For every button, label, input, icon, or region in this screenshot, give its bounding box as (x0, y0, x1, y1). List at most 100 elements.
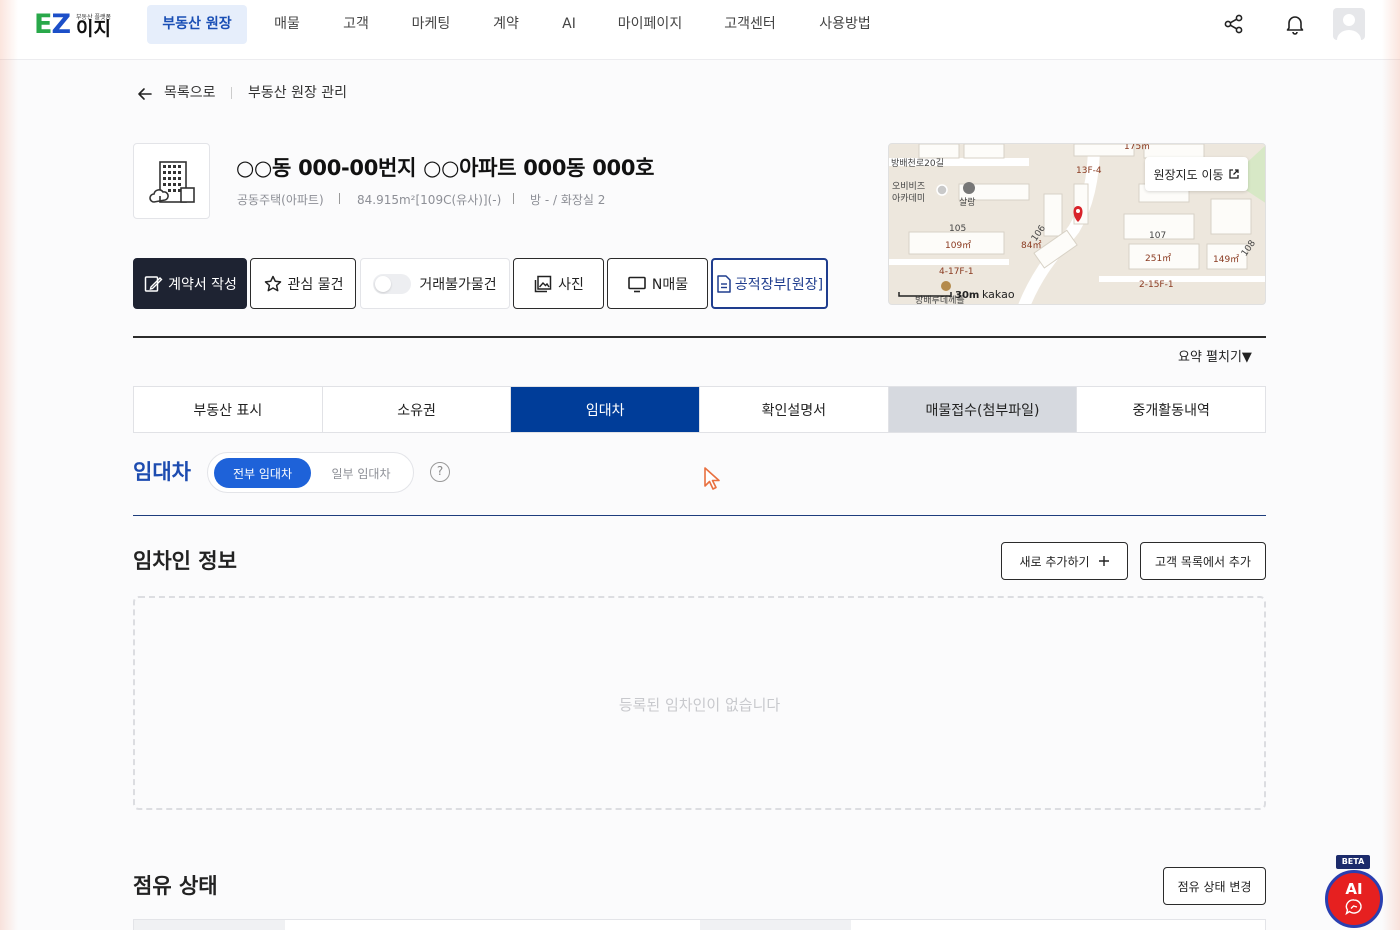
n-listing-label: N매물 (651, 276, 689, 293)
table-header-cell (134, 920, 285, 930)
n-listing-button[interactable]: N매물 (607, 258, 708, 309)
map-label: 108 (1240, 238, 1258, 258)
open-ledger-map-label: 원장지도 이동 (1153, 167, 1224, 182)
share-icon[interactable] (1223, 13, 1245, 35)
nav-support[interactable]: 고객센터 (713, 5, 787, 44)
edit-document-icon (144, 275, 163, 292)
mouse-cursor-icon (704, 467, 720, 490)
map-label: 아카데미 (892, 193, 925, 204)
meta-divider (339, 193, 340, 204)
map-scale-bar (898, 292, 952, 297)
add-new-tenant-button[interactable]: 새로 추가하기 (1001, 542, 1128, 580)
lease-partial-option[interactable]: 일부 임대차 (316, 458, 406, 488)
property-address-title: ○○동 000-00번지 ○○아파트 000동 000호 (236, 156, 655, 180)
open-ledger-map-button[interactable]: 원장지도 이동 (1145, 157, 1248, 191)
document-icon (717, 274, 731, 293)
nav-ledger[interactable]: 부동산 원장 (147, 5, 247, 44)
chat-icon (1345, 899, 1362, 916)
property-rooms: 방 - / 화장실 2 (530, 193, 606, 207)
map-label: 살랑 (959, 196, 976, 208)
monitor-icon (628, 276, 646, 292)
logo-brand: 이지 (76, 18, 111, 40)
property-thumbnail (133, 143, 210, 219)
favorite-button[interactable]: 관심 물건 (250, 258, 356, 309)
building-icon (149, 161, 195, 203)
tenant-empty-state: 등록된 임차인이 없습니다 (133, 596, 1266, 810)
add-from-customer-list-button[interactable]: 고객 목록에서 추가 (1140, 542, 1266, 580)
occupancy-title: 점유 상태 (133, 874, 218, 898)
map-label: 175㎡ (1124, 144, 1150, 152)
tab-ownership[interactable]: 소유권 (323, 387, 512, 432)
property-area: 84.915m²[109C(유사)](-) (357, 193, 502, 207)
write-contract-button[interactable]: 계약서 작성 (133, 258, 247, 309)
lease-section-title: 임대차 (133, 460, 191, 484)
property-type: 공동주택(아파트) (237, 193, 324, 207)
map-provider-logo: kakao (982, 288, 1015, 301)
logo-ez: EZ (34, 9, 71, 40)
nav-marketing[interactable]: 마케팅 (400, 5, 462, 44)
nav-ai[interactable]: AI (552, 5, 586, 44)
arrow-left-icon[interactable] (136, 85, 154, 103)
map-label: 방배천로20길 (891, 158, 944, 169)
public-registry-button[interactable]: 공적장부[원장] (711, 258, 828, 309)
map-scale-label: 30m (955, 290, 979, 301)
untradable-toggle-button[interactable]: 거래불가물건 (360, 258, 510, 309)
add-new-tenant-label: 새로 추가하기 (1019, 554, 1090, 569)
logo[interactable]: EZ 부동산 플랫폼 이지 (34, 9, 114, 41)
meta-divider (513, 193, 514, 204)
bell-icon[interactable] (1284, 13, 1306, 35)
plus-icon (1098, 556, 1109, 566)
map-label: 오비비즈 (892, 181, 925, 192)
lease-type-segmented-control: 전부 임대차 일부 임대차 (207, 452, 414, 493)
tenant-empty-message: 등록된 임차인이 없습니다 (618, 695, 781, 714)
avatar[interactable] (1333, 8, 1365, 40)
favorite-label: 관심 물건 (287, 276, 344, 293)
map-label: 2-15F-1 (1139, 280, 1174, 290)
untradable-toggle[interactable] (373, 273, 412, 294)
map-label: 251㎡ (1145, 253, 1171, 264)
lease-divider (133, 515, 1266, 516)
screen-edge-glow (1382, 0, 1400, 930)
tab-brokerage-history[interactable]: 중개활동내역 (1077, 387, 1265, 432)
nav-customers[interactable]: 고객 (331, 5, 381, 44)
map-label: 84㎡ (1021, 240, 1041, 251)
map-label: 149㎡ (1213, 254, 1239, 265)
help-icon[interactable]: ? (430, 462, 450, 482)
change-occupancy-button[interactable]: 점유 상태 변경 (1163, 867, 1266, 905)
tab-listing-attachments[interactable]: 매물접수(첨부파일) (888, 387, 1078, 432)
breadcrumb-current: 부동산 원장 관리 (248, 85, 348, 101)
map-poi-icon (941, 281, 951, 291)
ai-label: AI (1345, 880, 1363, 898)
section-divider (133, 336, 1266, 338)
photo-button[interactable]: 사진 (513, 258, 604, 309)
nav-listings[interactable]: 매물 (262, 5, 312, 44)
nav-howto[interactable]: 사용방법 (808, 5, 882, 44)
tab-lease[interactable]: 임대차 (511, 387, 701, 432)
gallery-icon (534, 275, 552, 292)
screen-edge-glow (0, 0, 18, 930)
tab-confirmation-statement[interactable]: 확인설명서 (700, 387, 889, 432)
back-to-list-link[interactable]: 목록으로 (164, 82, 216, 104)
public-registry-label: 공적장부[원장] (734, 276, 824, 293)
photo-label: 사진 (558, 276, 584, 293)
tab-property-display[interactable]: 부동산 표시 (134, 387, 323, 432)
breadcrumb-divider (231, 87, 232, 99)
map-label: 105 (949, 224, 966, 234)
untradable-label: 거래불가물건 (419, 276, 497, 293)
map-label: 4-17F-1 (939, 267, 974, 277)
nav-contract[interactable]: 계약 (481, 5, 531, 44)
nav-mypage[interactable]: 마이페이지 (607, 5, 693, 44)
table-header-cell (700, 920, 851, 930)
lease-all-option[interactable]: 전부 임대차 (214, 458, 311, 488)
ai-assistant-button[interactable]: AI (1325, 870, 1383, 928)
external-link-icon (1228, 169, 1239, 179)
top-navigation: EZ 부동산 플랫폼 이지 부동산 원장 매물 고객 마케팅 계약 AI 마이페… (0, 0, 1400, 60)
map-label: 13F-4 (1076, 166, 1102, 176)
ledger-tabs: 부동산 표시 소유권 임대차 확인설명서 매물접수(첨부파일) 중개활동내역 (133, 386, 1266, 433)
summary-expand-toggle[interactable]: 요약 펼치기▼ (1178, 346, 1252, 365)
map-label: 109㎡ (945, 240, 971, 251)
occupancy-table (133, 919, 1266, 930)
user-icon (1337, 14, 1361, 40)
map-poi-icon (963, 182, 975, 194)
map-poi-icon (936, 184, 948, 196)
